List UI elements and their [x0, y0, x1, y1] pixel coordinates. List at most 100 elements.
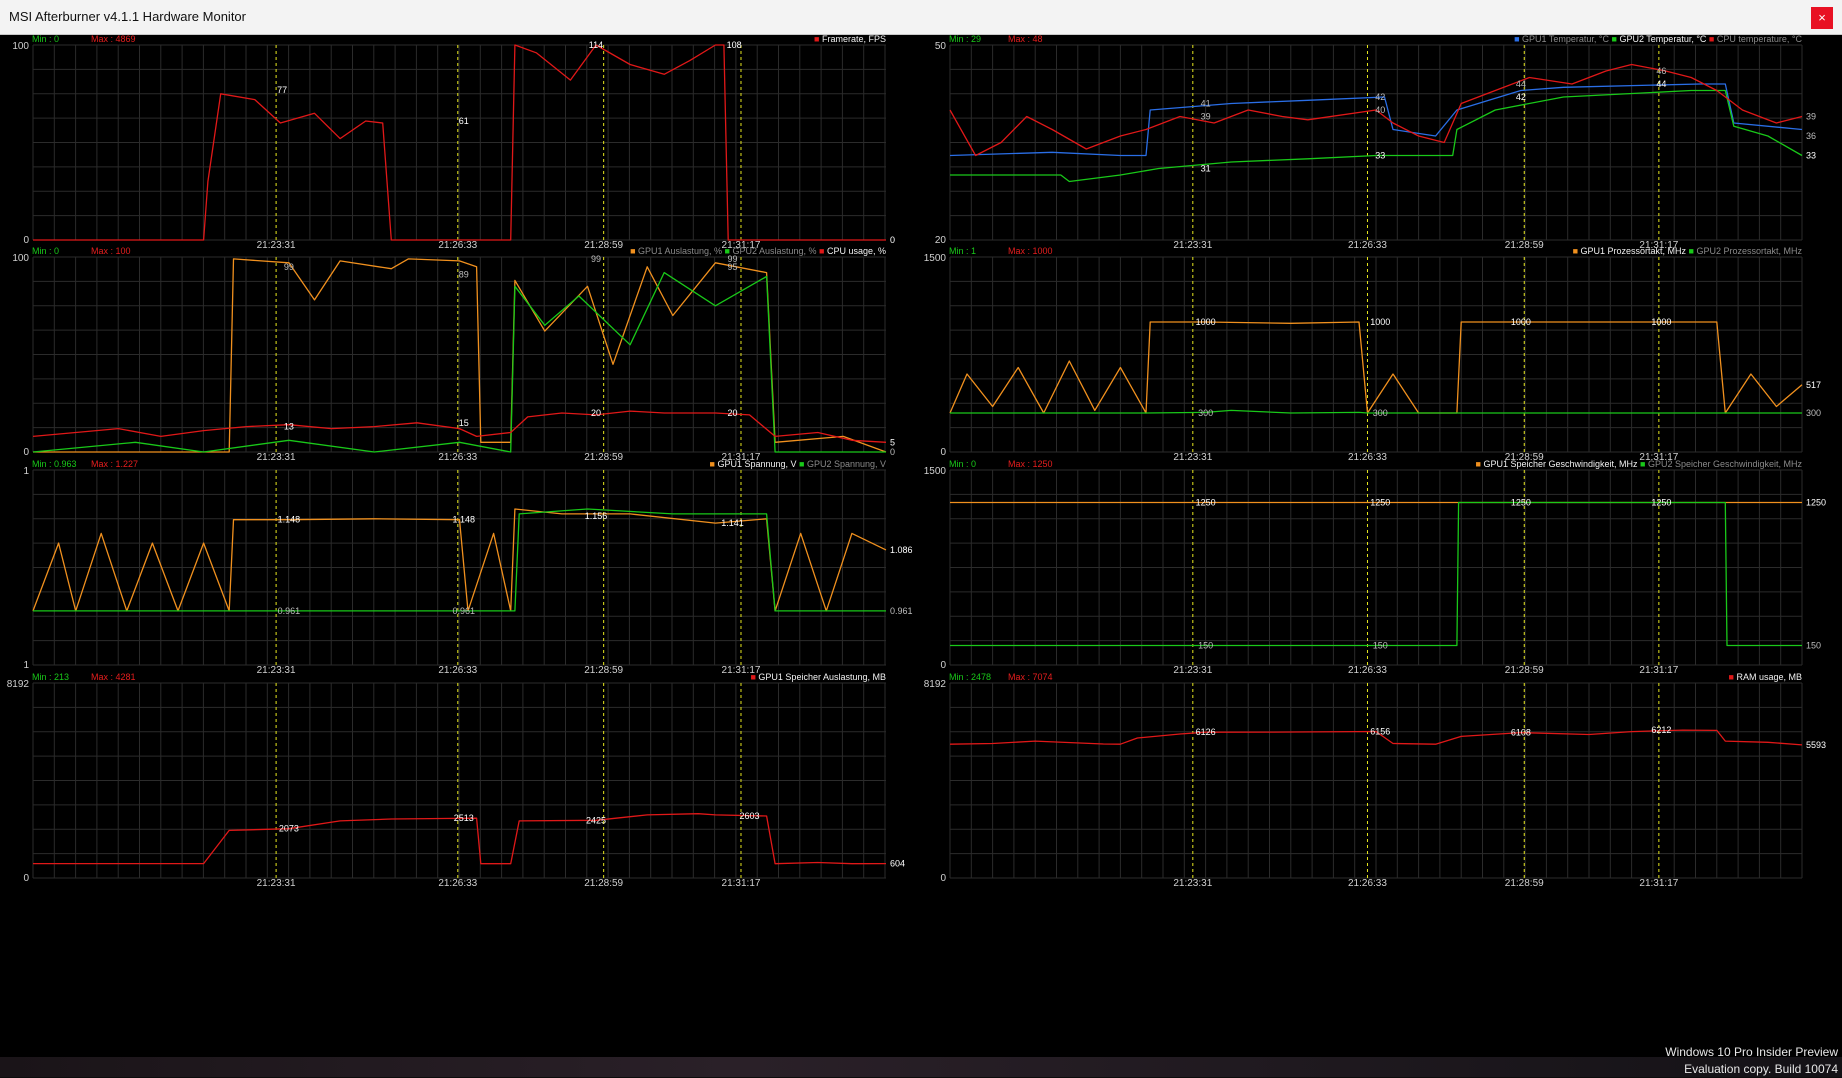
time-label: 21:28:59 [584, 665, 623, 676]
time-label: 21:26:33 [1348, 452, 1387, 463]
time-label: 21:31:17 [722, 878, 761, 889]
min-label: Min : 0 [32, 35, 59, 44]
graph-panel-8: 21:23:31 21:26:33 21:28:59 21:31:17 6126 6156… [924, 672, 1826, 889]
value-label: 42 [1375, 92, 1385, 102]
value-label: 1.156 [585, 511, 608, 521]
value-label: 1250 [1196, 498, 1216, 508]
time-label: 21:23:31 [1173, 240, 1212, 251]
value-label: 300 [1198, 408, 1213, 418]
value-label: 517 [1806, 380, 1821, 390]
time-label: 21:23:31 [1173, 452, 1212, 463]
legend-entry: GPU1 Speicher Geschwindigkeit, MHz [1483, 459, 1638, 469]
graph-panel-6: 21:23:31 21:26:33 21:28:59 21:31:17 1250 1250… [924, 459, 1826, 676]
value-label: 33 [1806, 151, 1816, 161]
time-label: 21:28:59 [1505, 665, 1544, 676]
value-label: 1000 [1196, 317, 1216, 327]
legend-entry: GPU1 Temperatur, °C [1522, 35, 1609, 44]
legend: ■ GPU1 Auslastung, % ■ GPU2 Auslastung, … [630, 246, 886, 256]
time-label: 21:31:17 [1639, 878, 1678, 889]
legend-entry: GPU2 Prozessortakt, MHz [1696, 246, 1802, 256]
max-label: Max : 1000 [1008, 246, 1053, 256]
time-label: 21:28:59 [1505, 878, 1544, 889]
value-label: 2513 [454, 813, 474, 823]
graph-panel-4: 21:23:31 21:26:33 21:28:59 21:31:1710003001… [924, 246, 1821, 463]
legend-swatch: ■ [722, 246, 732, 256]
y-axis-top: 1500 [924, 466, 947, 477]
time-label: 21:26:33 [438, 240, 477, 251]
legend-entry: GPU2 Auslastung, % [732, 246, 816, 256]
value-label: 150 [1806, 641, 1821, 651]
min-label: Min : 0 [32, 246, 59, 256]
value-label: 0 [890, 447, 895, 457]
legend-swatch: ■ [1686, 246, 1696, 256]
time-label: 21:26:33 [438, 878, 477, 889]
legend: ■ GPU1 Spannung, V ■ GPU2 Spannung, V [710, 459, 887, 469]
close-button[interactable]: × [1811, 7, 1833, 29]
value-label: 44 [1656, 79, 1666, 89]
y-axis-bottom: 0 [940, 660, 946, 671]
value-label: 1250 [1651, 498, 1671, 508]
value-label: 13 [284, 422, 294, 432]
y-axis-bottom: 0 [23, 235, 29, 246]
value-label: 61 [459, 116, 469, 126]
value-label: 95 [727, 262, 737, 272]
watermark-line-2: Evaluation copy. Build 10074 [1684, 1062, 1838, 1076]
legend-entry: GPU1 Auslastung, % [638, 246, 722, 256]
value-label: 0 [890, 235, 895, 245]
value-label: 20 [727, 408, 737, 418]
graph-area[interactable]: 21:23:31 21:26:33 21:28:59 21:31:17 77 61 114 1… [0, 35, 1842, 1035]
value-label: 0.961 [278, 606, 301, 616]
monitor-graphs: 21:23:31 21:26:33 21:28:59 21:31:177761114 1… [7, 35, 1826, 889]
y-axis-top: 1 [23, 466, 29, 477]
legend-swatch: ■ [630, 246, 638, 256]
max-label: Max : 1250 [1008, 459, 1053, 469]
time-label: 21:28:59 [1505, 240, 1544, 251]
value-label: 300 [1806, 408, 1821, 418]
min-label: Min : 0 [949, 459, 976, 469]
window-title: MSI Afterburner v4.1.1 Hardware Monitor [9, 9, 246, 24]
value-label: 33 [1375, 151, 1385, 161]
value-label: 1000 [1651, 317, 1671, 327]
min-label: Min : 213 [32, 672, 69, 682]
value-label: 44 [1516, 79, 1526, 89]
y-axis-bottom: 0 [940, 873, 946, 884]
value-label: 42 [1516, 92, 1526, 102]
value-label: 1.086 [890, 545, 913, 555]
max-label: Max : 48 [1008, 35, 1043, 44]
value-label: 150 [1373, 641, 1388, 651]
value-label: 1250 [1370, 498, 1390, 508]
desktop-background [0, 1057, 1842, 1077]
value-label: 1000 [1370, 317, 1390, 327]
value-label: 2603 [740, 811, 760, 821]
value-label: 6212 [1651, 725, 1671, 735]
value-label: 5 [890, 437, 895, 447]
max-label: Max : 100 [91, 246, 131, 256]
value-label: 15 [459, 418, 469, 428]
legend: ■ GPU1 Speicher Geschwindigkeit, MHz ■ G… [1476, 459, 1803, 469]
value-label: 1250 [1511, 498, 1531, 508]
time-label: 21:26:33 [1348, 665, 1387, 676]
max-label: Max : 4281 [91, 672, 136, 682]
time-label: 21:23:31 [257, 665, 296, 676]
windows-watermark: Windows 10 Pro Insider Preview Evaluatio… [1665, 1044, 1838, 1078]
graph-panel-2: 21:23:31 21:26:33 21:28:59 21:31:1739413140… [935, 35, 1816, 251]
value-label: 20 [591, 408, 601, 418]
legend: ■ RAM usage, MB [1729, 672, 1802, 682]
y-axis-top: 100 [12, 41, 29, 52]
time-label: 21:28:59 [584, 452, 623, 463]
title-bar[interactable]: MSI Afterburner v4.1.1 Hardware Monitor … [0, 0, 1842, 35]
legend-swatch: ■ [750, 672, 758, 682]
legend: ■ GPU1 Temperatur, °C ■ GPU2 Temperatur,… [1514, 35, 1802, 44]
legend-entry: RAM usage, MB [1736, 672, 1802, 682]
time-label: 21:23:31 [1173, 878, 1212, 889]
legend-entry: CPU usage, % [827, 246, 886, 256]
legend-swatch: ■ [1573, 246, 1581, 256]
value-label: 39 [1806, 112, 1816, 122]
graph-panel-5: 21:23:31 21:26:33 21:28:59 21:31:171.1480.9… [23, 459, 912, 676]
legend-swatch: ■ [1729, 672, 1737, 682]
legend-swatch: ■ [1609, 35, 1619, 44]
value-label: 77 [277, 85, 287, 95]
value-label: 150 [1198, 641, 1213, 651]
value-label: 46 [1656, 66, 1666, 76]
graph-panel-7: 21:23:31 21:26:33 21:28:59 21:31:17 2073 2513… [7, 672, 905, 889]
